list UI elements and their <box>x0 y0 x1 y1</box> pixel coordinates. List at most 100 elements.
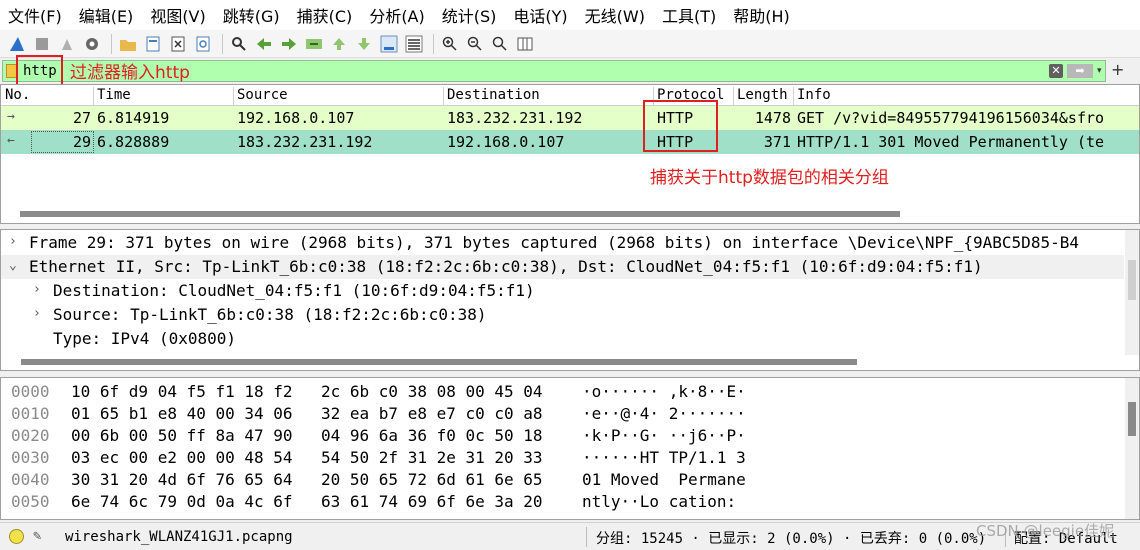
save-file-icon[interactable] <box>142 33 164 55</box>
packet-list: No. Time Source Destination Protocol Len… <box>0 84 1140 224</box>
normal-size-icon[interactable] <box>489 33 511 55</box>
detail-row-destination[interactable]: › Destination: CloudNet_04:f5:f1 (10:6f:… <box>1 279 1124 303</box>
detail-text: Source: Tp-LinkT_6b:c0:38 (18:f2:2c:6b:c… <box>53 305 487 324</box>
details-hscrollbar[interactable] <box>21 359 857 365</box>
hex-offset: 0000 <box>11 382 50 401</box>
menu-file[interactable]: 文件(F) <box>8 3 70 27</box>
packet-destination: 183.232.231.192 <box>447 109 583 127</box>
expand-chevron-icon[interactable]: › <box>33 282 41 297</box>
close-file-icon[interactable] <box>167 33 189 55</box>
find-icon[interactable] <box>228 33 250 55</box>
apply-filter-icon[interactable]: ➡ <box>1067 64 1093 78</box>
add-filter-button[interactable]: + <box>1111 60 1124 79</box>
packet-list-annotation: 捕获关于http数据包的相关分组 <box>650 168 889 188</box>
packet-bytes-pane: 0000 10 6f d9 04 f5 f1 18 f2 2c 6b c0 38… <box>0 377 1140 520</box>
menu-analyze[interactable]: 分析(A) <box>369 3 432 27</box>
open-folder-icon[interactable] <box>117 33 139 55</box>
packet-info: HTTP/1.1 301 Moved Permanently (te <box>797 133 1105 151</box>
menu-go[interactable]: 跳转(G) <box>223 3 288 27</box>
detail-row-source[interactable]: › Source: Tp-LinkT_6b:c0:38 (18:f2:2c:6b… <box>1 303 1124 327</box>
column-header-time[interactable]: Time <box>93 87 131 105</box>
shark-fin-start-icon[interactable] <box>6 33 28 55</box>
hex-row[interactable]: 0020 00 6b 00 50 ff 8a 47 90 04 96 6a 36… <box>1 423 746 445</box>
hex-offset: 0040 <box>11 470 50 489</box>
first-packet-icon[interactable] <box>328 33 350 55</box>
menu-help[interactable]: 帮助(H) <box>733 3 798 27</box>
menu-tools[interactable]: 工具(T) <box>662 3 724 27</box>
packet-list-header: No. Time Source Destination Protocol Len… <box>1 85 1139 106</box>
autoscroll-icon[interactable] <box>378 33 400 55</box>
hex-row[interactable]: 0010 01 65 b1 e8 40 00 34 06 32 ea b7 e8… <box>1 401 746 423</box>
menu-view[interactable]: 视图(V) <box>150 3 213 27</box>
status-filename: wireshark_WLANZ41GJ1.pcapng <box>65 529 293 545</box>
hex-ascii: ntly··Lo cation: <box>582 492 746 511</box>
packet-list-scrollbar[interactable] <box>20 211 900 217</box>
reload-icon[interactable] <box>192 33 214 55</box>
hex-offset: 0020 <box>11 426 50 445</box>
clear-filter-icon[interactable]: ✕ <box>1049 64 1063 78</box>
stop-icon[interactable] <box>31 33 53 55</box>
hex-bytes: 63 61 74 69 6f 6e 3a 20 <box>321 492 543 511</box>
status-separator <box>586 527 587 547</box>
hex-bytes: 30 31 20 4d 6f 76 65 64 <box>71 470 293 489</box>
options-gear-icon[interactable] <box>81 33 103 55</box>
scroll-thumb[interactable] <box>1128 260 1136 300</box>
chevron-down-icon[interactable]: ▾ <box>1097 64 1107 78</box>
packet-length: 1478 <box>754 109 791 127</box>
go-back-icon[interactable] <box>253 33 275 55</box>
hex-ascii: ·e··@·4· 2······· <box>582 404 746 423</box>
details-vscrollbar[interactable] <box>1125 230 1139 355</box>
column-header-source[interactable]: Source <box>233 87 288 105</box>
expand-chevron-icon[interactable]: › <box>33 306 41 321</box>
packet-time: 6.814919 <box>97 109 170 127</box>
column-header-length[interactable]: Length <box>733 87 788 105</box>
column-header-no[interactable]: No. <box>2 87 30 105</box>
packet-source: 183.232.231.192 <box>237 133 373 151</box>
expand-chevron-icon[interactable]: › <box>9 234 17 249</box>
protocol-highlight-box <box>643 100 718 152</box>
go-forward-icon[interactable] <box>278 33 300 55</box>
hex-bytes: 04 96 6a 36 f0 0c 50 18 <box>321 426 543 445</box>
menu-capture[interactable]: 捕获(C) <box>297 3 361 27</box>
hex-row[interactable]: 0030 03 ec 00 e2 00 00 48 54 54 50 2f 31… <box>1 445 746 467</box>
detail-row-type[interactable]: Type: IPv4 (0x0800) <box>1 327 1124 351</box>
hex-row[interactable]: 0040 30 31 20 4d 6f 76 65 64 20 50 65 72… <box>1 467 746 489</box>
packet-length: 371 <box>763 133 791 151</box>
collapse-chevron-icon[interactable]: ⌄ <box>9 258 17 273</box>
status-packet-stats: 分组: 15245 · 已显示: 2 (0.0%) · 已丢弃: 0 (0.0%… <box>596 531 987 547</box>
hex-row[interactable]: 0000 10 6f d9 04 f5 f1 18 f2 2c 6b c0 38… <box>1 379 746 401</box>
packet-row-selected[interactable]: ← 29 6.828889 183.232.231.192 192.168.0.… <box>1 130 1139 154</box>
column-header-info[interactable]: Info <box>793 87 831 105</box>
go-to-packet-icon[interactable] <box>303 33 325 55</box>
restart-icon[interactable] <box>56 33 78 55</box>
detail-row-ethernet[interactable]: ⌄ Ethernet II, Src: Tp-LinkT_6b:c0:38 (1… <box>1 255 1124 279</box>
packet-details-pane: › Frame 29: 371 bytes on wire (2968 bits… <box>0 229 1140 371</box>
toolbar-separator <box>222 33 223 54</box>
menu-wireless[interactable]: 无线(W) <box>585 3 653 27</box>
menu-telephony[interactable]: 电话(Y) <box>513 3 575 27</box>
menu-statistics[interactable]: 统计(S) <box>442 3 505 27</box>
detail-text: Destination: CloudNet_04:f5:f1 (10:6f:d9… <box>53 281 535 300</box>
last-packet-icon[interactable] <box>353 33 375 55</box>
scroll-thumb[interactable] <box>1128 402 1136 436</box>
capture-status-icon[interactable] <box>9 529 24 544</box>
hex-row[interactable]: 0050 6e 74 6c 79 0d 0a 4c 6f 63 61 74 69… <box>1 489 736 511</box>
edit-comment-icon[interactable]: ✎ <box>33 528 41 544</box>
packet-row[interactable]: → 27 6.814919 192.168.0.107 183.232.231.… <box>1 106 1139 130</box>
zoom-in-icon[interactable] <box>439 33 461 55</box>
menu-edit[interactable]: 编辑(E) <box>79 3 142 27</box>
response-arrow-icon: ← <box>7 133 15 148</box>
bytes-vscrollbar[interactable] <box>1125 378 1139 519</box>
packet-time: 6.828889 <box>97 133 170 151</box>
column-header-destination[interactable]: Destination <box>443 87 540 105</box>
hex-bytes: 2c 6b c0 38 08 00 45 04 <box>321 382 543 401</box>
hex-offset: 0010 <box>11 404 50 423</box>
colorize-icon[interactable] <box>403 33 425 55</box>
zoom-out-icon[interactable] <box>464 33 486 55</box>
detail-row-frame[interactable]: › Frame 29: 371 bytes on wire (2968 bits… <box>1 231 1124 255</box>
hex-bytes: 20 50 65 72 6d 61 6e 65 <box>321 470 543 489</box>
menu-bar: 文件(F) 编辑(E) 视图(V) 跳转(G) 捕获(C) 分析(A) 统计(S… <box>0 0 1140 30</box>
resize-columns-icon[interactable] <box>514 33 536 55</box>
hex-bytes: 32 ea b7 e8 e7 c0 c0 a8 <box>321 404 543 423</box>
filter-highlight-box <box>16 55 63 86</box>
